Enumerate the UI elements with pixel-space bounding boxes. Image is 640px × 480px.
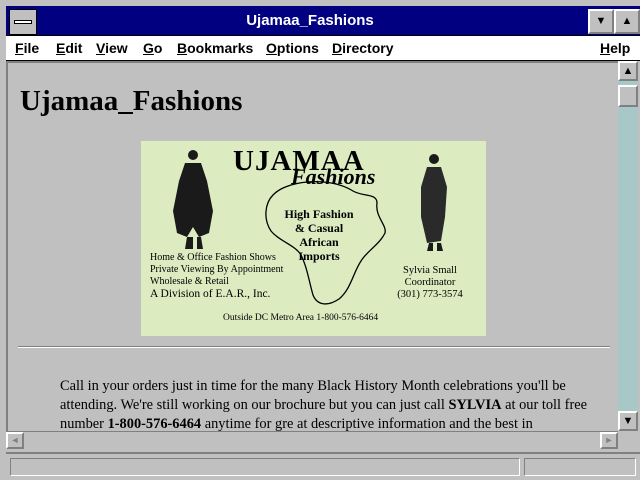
left-figure-icon [173, 150, 213, 249]
menu-file[interactable]: File [15, 40, 39, 56]
right-figure-icon [421, 154, 447, 251]
card-map-text: High Fashion & Casual African Imports [267, 207, 371, 263]
card-service-line: Private Viewing By Appointment [150, 264, 284, 275]
menu-view-key: V [96, 40, 106, 56]
menu-go[interactable]: Go [143, 40, 162, 56]
card-map-line: African [299, 235, 339, 249]
card-map-line: High Fashion [284, 207, 354, 221]
card-contact-title: Coordinator [404, 277, 456, 288]
menu-edit[interactable]: Edit [56, 40, 82, 56]
scroll-down-button[interactable]: ▼ [618, 411, 638, 431]
title-bar[interactable]: Ujamaa_Fashions ▼ ▲ [6, 6, 640, 36]
menu-help-key: H [600, 40, 611, 56]
browser-window: Ujamaa_Fashions ▼ ▲ File Edit View Go Bo… [0, 0, 640, 480]
card-map-line: Imports [298, 249, 340, 263]
page-content[interactable]: Ujamaa_Fashions UJAMAA Fashions High Fas… [6, 61, 618, 431]
maximize-icon: ▲ [621, 15, 633, 27]
menu-options-label: ptions [276, 40, 319, 56]
scroll-right-button[interactable]: ► [600, 432, 618, 449]
system-menu-icon [14, 20, 32, 24]
scroll-left-button[interactable]: ◄ [6, 432, 24, 449]
card-service-line: Home & Office Fashion Shows [150, 252, 276, 263]
business-card-image: UJAMAA Fashions High Fashion & Casual Af… [141, 141, 486, 336]
menu-bar: File Edit View Go Bookmarks Options Dire… [6, 36, 640, 61]
arrow-right-icon: ► [604, 435, 614, 445]
system-menu-button[interactable] [9, 9, 37, 35]
menu-bookmarks-key: B [177, 40, 188, 56]
menu-go-label: o [153, 40, 163, 56]
minimize-icon: ▼ [595, 15, 607, 27]
menu-view[interactable]: View [96, 40, 128, 56]
menu-bookmarks-label: ookmarks [187, 40, 254, 56]
card-contact-name: Sylvia Small [403, 265, 457, 276]
menu-view-label: iew [105, 40, 128, 56]
document-area: Ujamaa_Fashions UJAMAA Fashions High Fas… [6, 61, 640, 454]
menu-directory[interactable]: Directory [332, 40, 393, 56]
menu-edit-key: E [56, 40, 66, 56]
maximize-button[interactable]: ▲ [614, 9, 640, 34]
card-contact-phone: (301) 773-3574 [397, 289, 463, 300]
scroll-up-button[interactable]: ▲ [618, 61, 638, 81]
horizontal-scrollbar[interactable]: ◄ ► [6, 431, 618, 449]
menu-go-key: G [143, 40, 154, 56]
status-message-panel [10, 458, 520, 476]
menu-options[interactable]: Options [266, 40, 319, 56]
arrow-up-icon: ▲ [622, 65, 634, 77]
intro-paragraph: Call in your orders just in time for the… [60, 377, 590, 431]
card-logo-sub: Fashions [291, 164, 376, 189]
card-toll-free: Outside DC Metro Area 1-800-576-6464 [223, 313, 379, 323]
horizontal-rule [18, 346, 610, 348]
paragraph-text: anytime for gre at descriptive informati… [201, 416, 533, 431]
window-title: Ujamaa_Fashions [246, 12, 374, 29]
paragraph-bold-name: SYLVIA [448, 397, 502, 413]
scrollbar-corner [618, 431, 638, 449]
card-service-line: Wholesale & Retail [150, 276, 229, 287]
status-bar [6, 456, 640, 480]
menu-help-label: elp [610, 40, 631, 56]
vertical-scroll-thumb[interactable] [618, 85, 638, 107]
paragraph-bold-phone: 1-800-576-6464 [107, 416, 202, 431]
status-progress-panel [524, 458, 636, 476]
menu-file-key: F [15, 40, 24, 56]
menu-file-label: ile [23, 40, 40, 56]
menu-edit-label: dit [65, 40, 83, 56]
minimize-button[interactable]: ▼ [588, 9, 614, 34]
arrow-left-icon: ◄ [10, 435, 20, 445]
arrow-down-icon: ▼ [622, 415, 634, 427]
vertical-scrollbar[interactable]: ▲ ▼ [618, 61, 638, 431]
menu-bookmarks[interactable]: Bookmarks [177, 40, 253, 56]
menu-directory-label: irectory [342, 40, 394, 56]
page-title: Ujamaa_Fashions [20, 85, 243, 117]
menu-help[interactable]: Help [600, 40, 630, 56]
card-division: A Division of E.A.R., Inc. [150, 288, 271, 300]
menu-options-key: O [266, 40, 277, 56]
menu-directory-key: D [332, 40, 343, 56]
card-map-line: & Casual [294, 221, 344, 235]
